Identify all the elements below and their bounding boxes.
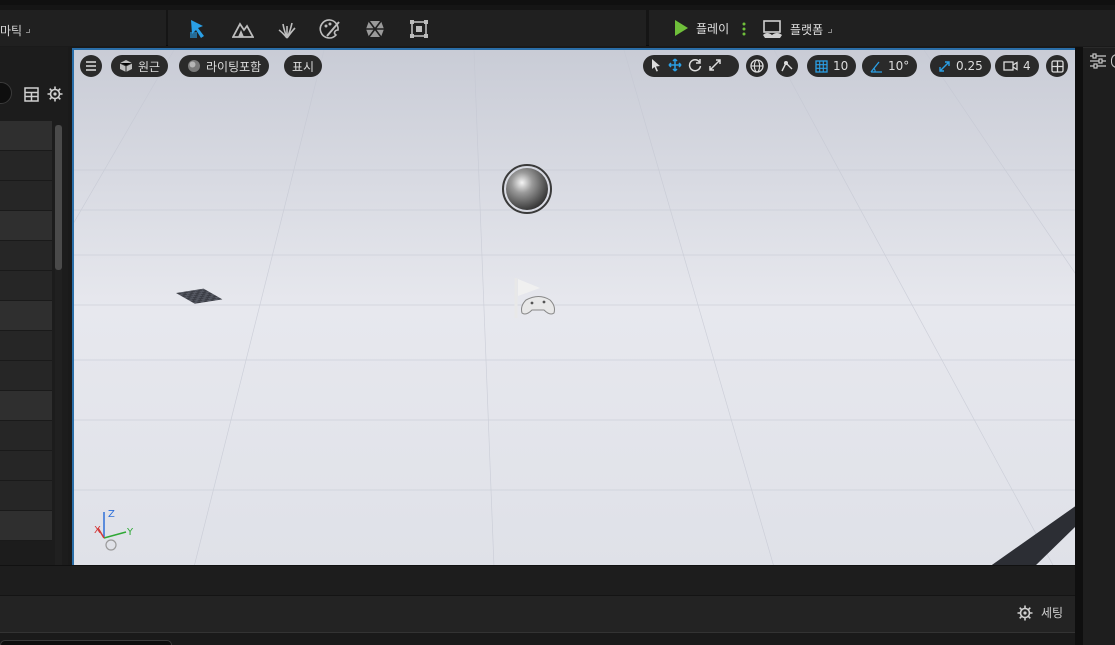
rotation-snap-value: 10° — [888, 59, 910, 73]
viewport-layout-button[interactable] — [1046, 55, 1068, 77]
globe-icon — [750, 59, 764, 73]
platforms-button-label: 플랫폼 — [790, 22, 824, 37]
perspective-label: 원근 — [138, 59, 161, 74]
transform-tools-group — [643, 55, 739, 77]
grid-snap-icon — [815, 59, 828, 73]
list-item[interactable] — [0, 301, 52, 331]
list-item[interactable] — [0, 121, 52, 151]
dropdown-corner-icon — [26, 29, 30, 33]
bottom-toolbar — [0, 595, 1075, 632]
dropdown-corner-icon — [828, 29, 832, 33]
details-panel — [1083, 47, 1115, 645]
scale-snap-button[interactable]: 0.25 — [930, 55, 991, 77]
play-button-label: 플레이 — [696, 21, 730, 36]
axis-y-label: Y — [126, 527, 134, 538]
filter-sliders-icon[interactable] — [1089, 53, 1107, 73]
angle-snap-icon — [870, 61, 882, 73]
panel-splitter[interactable] — [1075, 47, 1083, 645]
world-local-toggle[interactable] — [746, 55, 768, 77]
platforms-button[interactable]: 플랫폼 — [762, 19, 823, 39]
list-item[interactable] — [0, 181, 52, 211]
platform-icon — [763, 20, 782, 38]
perspective-cube-icon — [119, 60, 133, 72]
scale-snap-value: 0.25 — [956, 59, 983, 73]
view-mode-label: 라이팅포함 — [206, 59, 262, 74]
list-item[interactable] — [0, 151, 52, 181]
rotation-snap-button[interactable]: 10° — [862, 55, 918, 77]
camera-speed-button[interactable]: 4 — [995, 55, 1039, 77]
bottom-tab[interactable] — [0, 640, 172, 645]
landscape-mode-icon[interactable] — [231, 17, 255, 41]
viewport-options-button[interactable] — [80, 55, 102, 77]
list-item[interactable] — [0, 391, 52, 421]
outliner-scrollbar-thumb[interactable] — [55, 125, 62, 270]
play-icon — [675, 20, 688, 36]
rotate-tool-icon[interactable] — [688, 57, 702, 76]
camera-speed-value: 4 — [1023, 59, 1031, 73]
editor-window: 마틱 플레이 플랫폼 Z Y X 원근 라이팅포함 표시 10 10° 0.25… — [0, 0, 1115, 645]
outliner-search-input[interactable] — [0, 82, 12, 104]
show-flags-button[interactable]: 표시 — [284, 55, 323, 77]
surface-snapping-toggle[interactable] — [776, 55, 798, 77]
table-view-icon[interactable] — [22, 85, 40, 103]
settings-label: 세팅 — [1041, 606, 1064, 620]
list-item[interactable] — [0, 331, 52, 361]
outliner-list — [0, 121, 52, 541]
list-item[interactable] — [0, 511, 52, 541]
list-item[interactable] — [0, 271, 52, 301]
settings-button[interactable]: 세팅 — [1017, 604, 1063, 621]
surface-snap-icon — [781, 61, 793, 72]
fracture-mode-icon[interactable] — [363, 17, 387, 41]
main-toolbar: 마틱 플레이 플랫폼 — [0, 0, 1115, 46]
perspective-button[interactable]: 원근 — [111, 55, 169, 77]
hamburger-menu-icon — [86, 61, 96, 71]
lit-sphere-icon — [188, 60, 200, 72]
grid-snap-value: 10 — [833, 59, 849, 73]
list-item[interactable] — [0, 211, 52, 241]
sphere-reflection-capture-icon[interactable] — [502, 164, 552, 214]
panel-edge-icon — [1111, 54, 1115, 68]
layout-grid-icon — [1050, 59, 1064, 73]
vertical-dots-icon — [742, 22, 746, 36]
foliage-mode-icon[interactable] — [275, 17, 299, 41]
select-tool-icon[interactable] — [650, 57, 662, 76]
modeling-mode-icon[interactable] — [407, 17, 431, 41]
mesh-paint-mode-icon[interactable] — [318, 17, 342, 41]
move-tool-icon[interactable] — [668, 57, 682, 76]
axis-x-label: X — [94, 525, 101, 536]
list-item[interactable] — [0, 451, 52, 481]
cinematics-menu-label[interactable]: 마틱 — [0, 22, 22, 39]
list-item[interactable] — [0, 361, 52, 391]
play-options-button[interactable] — [740, 19, 748, 39]
select-mode-icon[interactable] — [186, 17, 210, 41]
play-button[interactable]: 플레이 — [672, 19, 729, 37]
scale-snap-icon — [939, 60, 950, 72]
level-viewport[interactable]: Z Y X 원근 라이팅포함 표시 10 10° 0.25 4 — [72, 48, 1075, 565]
list-item[interactable] — [0, 421, 52, 451]
viewport-scene[interactable]: Z Y X — [74, 50, 1075, 565]
bottom-spacer — [0, 565, 1075, 595]
show-flags-label: 표시 — [292, 59, 315, 74]
axis-z-label: Z — [108, 509, 115, 520]
settings-gear-icon — [1017, 605, 1033, 620]
camera-icon — [1003, 61, 1018, 71]
scale-tool-icon[interactable] — [708, 57, 722, 76]
list-item[interactable] — [0, 481, 52, 511]
list-item[interactable] — [0, 241, 52, 271]
outliner-settings-gear-icon[interactable] — [46, 85, 64, 103]
toolbar-left-section — [0, 10, 166, 46]
view-mode-button[interactable]: 라이팅포함 — [179, 55, 270, 77]
grid-snap-button[interactable]: 10 — [807, 55, 857, 77]
outliner-panel — [0, 47, 68, 565]
